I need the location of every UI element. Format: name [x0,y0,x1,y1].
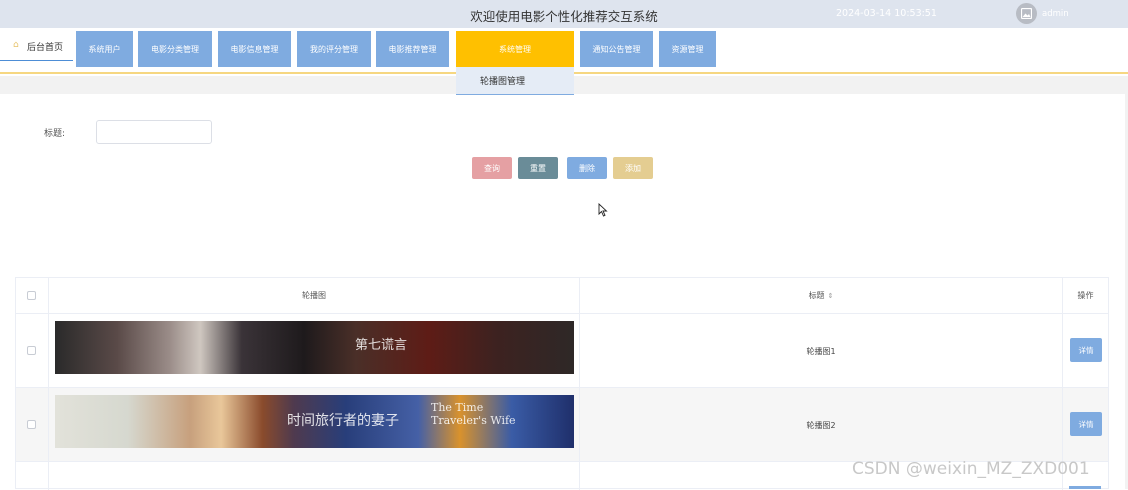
column-divider [48,314,49,387]
detail-button[interactable]: 详情 [1070,338,1102,362]
query-button[interactable]: 查询 [472,157,512,179]
banner-text-en: The Time Traveler's Wife [431,401,516,427]
carousel-image: 时间旅行者的妻子 The Time Traveler's Wife [55,395,574,448]
banner-text: 时间旅行者的妻子 [287,413,399,429]
username[interactable]: admin [1042,9,1069,19]
nav-item-my-ratings[interactable]: 我的评分管理 [297,31,371,67]
nav-item-movie-recommend[interactable]: 电影推荐管理 [376,31,449,67]
image-icon [1021,8,1032,19]
watermark: CSDN @weixin_MZ_ZXD001 [852,459,1090,479]
row-title: 轮播图2 [806,421,836,430]
nav-item-notice[interactable]: 通知公告管理 [580,31,653,67]
delete-button[interactable]: 删除 [567,157,607,179]
top-header: 欢迎使用电影个性化推荐交互系统 2024-03-14 10:53:51 admi… [0,0,1128,28]
home-icon: ⌂ [13,40,19,50]
nav-item-system-users[interactable]: 系统用户 [76,31,133,67]
avatar[interactable] [1016,3,1037,24]
column-header-title-label: 标题 [808,291,825,300]
nav-home[interactable]: ⌂ 后台首页 [0,36,73,61]
select-all-checkbox[interactable] [27,291,36,300]
nav-item-movie-category[interactable]: 电影分类管理 [138,31,212,67]
column-divider [1062,314,1063,387]
title-search-input[interactable] [96,120,212,144]
reset-button[interactable]: 重置 [518,157,558,179]
title-field-label: 标题: [44,129,66,139]
dropdown-item-carousel-management[interactable]: 轮播图管理 [456,67,574,95]
banner-text: 第七谎言 [355,338,408,353]
carousel-table: 轮播图 标题 ⇕ 操作 第七谎言 轮播图1 详情 时间旅行者的妻子 The Tim… [15,277,1109,490]
row-checkbox[interactable] [27,346,36,355]
column-header-actions: 操作 [1077,291,1094,300]
nav-item-movie-info[interactable]: 电影信息管理 [218,31,291,67]
column-divider [1062,388,1063,461]
current-datetime: 2024-03-14 10:53:51 [836,8,937,19]
nav-item-resources[interactable]: 资源管理 [659,31,716,67]
row-checkbox[interactable] [27,420,36,429]
table-row: 第七谎言 轮播图1 详情 [16,314,1108,388]
column-header-title[interactable]: 标题 ⇕ [580,290,1062,301]
nav-home-label: 后台首页 [27,43,64,53]
carousel-image: 第七谎言 [55,321,574,374]
nav-item-system-management[interactable]: 系统管理 [456,31,574,67]
add-button[interactable]: 添加 [613,157,653,179]
mouse-cursor-icon [598,203,608,217]
sort-icon[interactable]: ⇕ [828,292,834,300]
column-divider [579,462,580,490]
row-title: 轮播图1 [806,347,836,356]
column-header-image: 轮播图 [302,291,326,300]
column-divider [48,388,49,461]
table-header: 轮播图 标题 ⇕ 操作 [16,278,1108,314]
site-title: 欢迎使用电影个性化推荐交互系统 [470,9,658,24]
detail-button[interactable]: 详情 [1070,412,1102,436]
column-divider [48,462,49,490]
table-row: 时间旅行者的妻子 The Time Traveler's Wife 轮播图2 详… [16,388,1108,462]
